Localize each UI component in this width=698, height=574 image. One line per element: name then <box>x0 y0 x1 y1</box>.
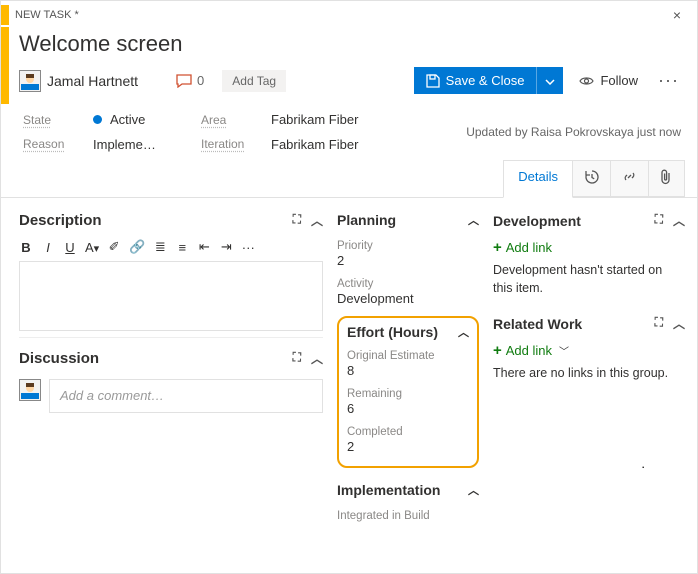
bold-button[interactable]: B <box>19 240 33 255</box>
rte-more-button[interactable]: ··· <box>241 240 255 255</box>
original-estimate-value[interactable]: 8 <box>347 362 469 382</box>
save-dropdown-button[interactable] <box>536 67 563 94</box>
dev-add-link[interactable]: + Add link <box>493 235 685 260</box>
state-dot-icon <box>93 115 102 124</box>
expand-icon[interactable]: ⛶ <box>655 212 663 229</box>
expand-icon[interactable]: ⛶ <box>655 315 663 332</box>
effort-header: Effort (Hours) <box>347 324 438 340</box>
more-actions-button[interactable]: ··· <box>654 70 683 91</box>
stray-period: . <box>641 456 645 471</box>
discussion-header: Discussion <box>19 350 99 367</box>
tab-details[interactable]: Details <box>503 160 573 198</box>
link-icon <box>622 169 637 184</box>
comment-icon <box>176 74 192 88</box>
planning-header: Planning <box>337 212 396 228</box>
related-add-link[interactable]: + Add link ﹀ <box>493 338 685 363</box>
effort-section: Effort (Hours) ︿ Original Estimate 8 Rem… <box>337 316 479 468</box>
area-label: Area <box>201 113 253 127</box>
close-icon[interactable]: × <box>667 5 687 25</box>
tab-attachments[interactable] <box>648 160 685 197</box>
integrated-build-label: Integrated in Build <box>337 510 479 522</box>
completed-label: Completed <box>347 426 469 438</box>
development-header: Development <box>493 213 581 229</box>
activity-label: Activity <box>337 278 479 290</box>
comment-input[interactable]: Add a comment… <box>49 379 323 413</box>
remaining-label: Remaining <box>347 388 469 400</box>
state-label: State <box>23 113 75 127</box>
clear-format-button[interactable]: ✐ <box>107 239 121 255</box>
reason-value[interactable]: Impleme… <box>93 137 183 152</box>
remaining-value[interactable]: 6 <box>347 400 469 420</box>
implementation-header: Implementation <box>337 482 440 498</box>
tab-links[interactable] <box>610 160 649 197</box>
collapse-icon[interactable]: ︿ <box>311 212 323 229</box>
activity-value[interactable]: Development <box>337 290 479 310</box>
eye-icon <box>579 75 594 87</box>
expand-icon[interactable]: ⛶ <box>293 350 301 367</box>
bullet-list-button[interactable]: ≣ <box>153 239 167 255</box>
comment-count[interactable]: 0 <box>176 73 204 88</box>
description-editor[interactable] <box>19 261 323 331</box>
completed-value[interactable]: 2 <box>347 438 469 458</box>
font-color-button[interactable]: A▾ <box>85 240 99 255</box>
save-icon <box>426 74 440 88</box>
expand-icon[interactable]: ⛶ <box>293 212 301 229</box>
iteration-label: Iteration <box>201 137 253 151</box>
avatar <box>19 70 41 92</box>
outdent-button[interactable]: ⇤ <box>197 239 211 255</box>
related-work-header: Related Work <box>493 316 582 332</box>
chevron-down-icon: ﹀ <box>559 343 569 358</box>
link-button[interactable]: 🔗 <box>129 239 145 255</box>
related-empty-text: There are no links in this group. <box>493 363 685 383</box>
collapse-icon[interactable]: ︿ <box>673 212 685 229</box>
number-list-button[interactable]: ≡ <box>175 240 189 255</box>
indent-button[interactable]: ⇥ <box>219 239 233 255</box>
history-icon <box>584 169 599 184</box>
state-value[interactable]: Active <box>93 112 183 127</box>
priority-label: Priority <box>337 240 479 252</box>
save-and-close-button[interactable]: Save & Close <box>414 67 537 94</box>
collapse-icon[interactable]: ︿ <box>458 324 469 340</box>
follow-button[interactable]: Follow <box>573 69 644 92</box>
assignee-picker[interactable]: Jamal Hartnett <box>19 70 138 92</box>
reason-label: Reason <box>23 137 75 151</box>
iteration-value[interactable]: Fabrikam Fiber <box>271 137 358 152</box>
chevron-down-icon <box>545 79 555 85</box>
underline-button[interactable]: U <box>63 240 77 255</box>
avatar <box>19 379 41 401</box>
plus-icon: + <box>493 239 502 256</box>
work-item-type-label: NEW TASK * <box>15 9 667 21</box>
add-tag-button[interactable]: Add Tag <box>222 70 286 92</box>
assignee-name: Jamal Hartnett <box>47 73 138 89</box>
collapse-icon[interactable]: ︿ <box>468 482 479 498</box>
development-empty-text: Development hasn't started on this item. <box>493 260 685 297</box>
description-header: Description <box>19 212 102 229</box>
work-item-title[interactable]: Welcome screen <box>19 29 683 61</box>
updated-text: Updated by Raisa Pokrovskaya just now <box>466 125 681 139</box>
rich-text-toolbar: B I U A▾ ✐ 🔗 ≣ ≡ ⇤ ⇥ ··· <box>19 235 323 261</box>
collapse-icon[interactable]: ︿ <box>311 350 323 367</box>
collapse-icon[interactable]: ︿ <box>673 315 685 332</box>
area-value[interactable]: Fabrikam Fiber <box>271 112 358 127</box>
italic-button[interactable]: I <box>41 240 55 255</box>
attachment-icon <box>660 169 673 185</box>
original-estimate-label: Original Estimate <box>347 350 469 362</box>
plus-icon: + <box>493 342 502 359</box>
priority-value[interactable]: 2 <box>337 252 479 272</box>
tab-history[interactable] <box>572 160 611 197</box>
collapse-icon[interactable]: ︿ <box>468 212 479 228</box>
